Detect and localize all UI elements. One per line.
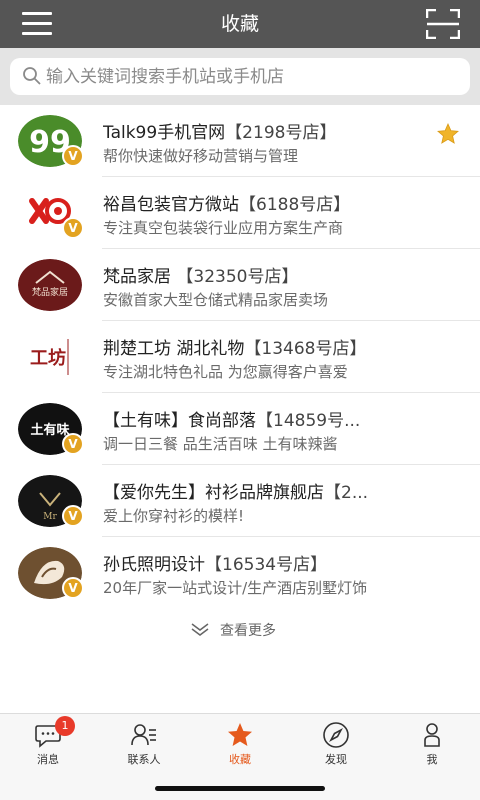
store-description: 爱上你穿衬衫的模样!: [103, 507, 245, 525]
verified-badge: V: [62, 577, 84, 599]
store-description: 帮你快速做好移动营销与管理: [103, 147, 299, 165]
store-description: 安徽首家大型仓储式精品家居卖场: [103, 291, 329, 309]
search-box: [10, 58, 470, 95]
store-title: 【土有味】食尚部落【14859号...: [103, 406, 433, 431]
tab-label: 收藏: [229, 753, 251, 766]
verified-badge: V: [62, 433, 84, 455]
list-item[interactable]: 梵品家居 梵品家居 【32350号店】 安徽首家大型仓储式精品家居卖场: [0, 249, 480, 321]
fanpin-logo-image: 梵品家居: [18, 259, 82, 311]
tab-favorites[interactable]: 收藏: [192, 714, 288, 774]
verified-badge: V: [62, 145, 84, 167]
list-item[interactable]: Mr V 【爱你先生】衬衫品牌旗舰店【2... 爱上你穿衬衫的模样!: [0, 465, 480, 537]
store-name: 【土有味】食尚部落: [103, 411, 256, 431]
store-logo: V: [18, 547, 84, 599]
store-description: 调一日三餐 品生活百味 土有味辣酱: [103, 435, 338, 453]
store-number: 【2...: [324, 483, 369, 503]
store-name: 荆楚工坊 湖北礼物: [103, 339, 245, 359]
list-item[interactable]: 99 V Talk99手机官网【2198号店】 帮你快速做好移动营销与管理: [0, 105, 480, 177]
top-bar: 收藏: [0, 0, 480, 48]
contacts-icon: [131, 724, 156, 746]
logo-text: Mr: [43, 512, 57, 522]
tab-contacts[interactable]: 联系人: [96, 714, 192, 774]
store-description: 专注真空包装袋行业应用方案生产商: [103, 219, 344, 237]
search-input[interactable]: [46, 58, 456, 95]
tab-messages[interactable]: 1 消息: [0, 714, 96, 774]
double-chevron-down-icon: [191, 623, 209, 636]
search-area: [0, 48, 480, 105]
verified-badge: V: [62, 505, 84, 527]
list-item[interactable]: V 孙氏照明设计【16534号店】 20年厂家一站式设计/生产酒店别墅灯饰: [0, 537, 480, 609]
store-number: 【13468号店】: [244, 339, 367, 359]
unread-badge: 1: [55, 716, 75, 736]
store-title: 梵品家居 【32350号店】: [103, 262, 433, 287]
compass-icon: [323, 722, 349, 748]
tab-label: 我: [426, 753, 438, 766]
favorites-list: 99 V Talk99手机官网【2198号店】 帮你快速做好移动营销与管理 V …: [0, 105, 480, 609]
star-icon[interactable]: [436, 122, 460, 146]
store-number: 【6188号店】: [239, 195, 351, 215]
store-name: 裕昌包装官方微站: [103, 195, 239, 215]
store-number: 【16534号店】: [205, 555, 328, 575]
tab-label: 联系人: [127, 753, 161, 766]
scan-icon[interactable]: [426, 9, 460, 39]
store-logo: Mr V: [18, 475, 84, 527]
star-icon: [228, 723, 252, 746]
home-indicator: [155, 786, 325, 791]
logo-text: 土有味: [30, 422, 69, 438]
logo-text: 梵品家居: [32, 286, 68, 298]
store-name: 【爱你先生】衬衫品牌旗舰店: [103, 483, 324, 503]
verified-badge: V: [62, 217, 84, 239]
tab-discover[interactable]: 发现: [288, 714, 384, 774]
store-logo: 土有味 V: [18, 403, 84, 455]
list-item[interactable]: V 裕昌包装官方微站【6188号店】 专注真空包装袋行业应用方案生产商: [0, 177, 480, 249]
list-item[interactable]: 土有味 V 【土有味】食尚部落【14859号... 调一日三餐 品生活百味 土有…: [0, 393, 480, 465]
store-name: 孙氏照明设计: [103, 555, 205, 575]
store-name: 梵品家居: [103, 267, 171, 287]
store-name: Talk99手机官网: [103, 123, 226, 143]
search-icon: [23, 67, 41, 85]
jingchu-logo-image: 工坊: [18, 331, 82, 383]
store-title: 荆楚工坊 湖北礼物【13468号店】: [103, 334, 433, 359]
logo-text: 工坊: [30, 347, 66, 369]
tab-label: 发现: [325, 753, 347, 766]
person-icon: [424, 723, 440, 747]
store-title: 孙氏照明设计【16534号店】: [103, 550, 433, 575]
store-description: 专注湖北特色礼品 为您赢得客户喜爱: [103, 363, 348, 381]
store-title: Talk99手机官网【2198号店】: [103, 118, 433, 143]
view-more-label: 查看更多: [220, 623, 276, 639]
store-description: 20年厂家一站式设计/生产酒店别墅灯饰: [103, 579, 368, 597]
store-number: 【2198号店】: [225, 123, 337, 143]
store-logo: 梵品家居: [18, 259, 82, 311]
store-title: 【爱你先生】衬衫品牌旗舰店【2...: [103, 478, 433, 503]
tab-label: 消息: [37, 753, 59, 766]
store-number: 【32350号店】: [171, 267, 299, 287]
store-logo: 99 V: [18, 115, 84, 167]
store-logo: 工坊: [18, 331, 82, 383]
tab-me[interactable]: 我: [384, 714, 480, 774]
list-item[interactable]: 工坊 荆楚工坊 湖北礼物【13468号店】 专注湖北特色礼品 为您赢得客户喜爱: [0, 321, 480, 393]
store-title: 裕昌包装官方微站【6188号店】: [103, 190, 433, 215]
store-number: 【14859号...: [256, 411, 361, 431]
store-logo: V: [18, 187, 84, 239]
page-title: 收藏: [220, 13, 259, 35]
view-more-button[interactable]: 查看更多: [0, 610, 480, 650]
